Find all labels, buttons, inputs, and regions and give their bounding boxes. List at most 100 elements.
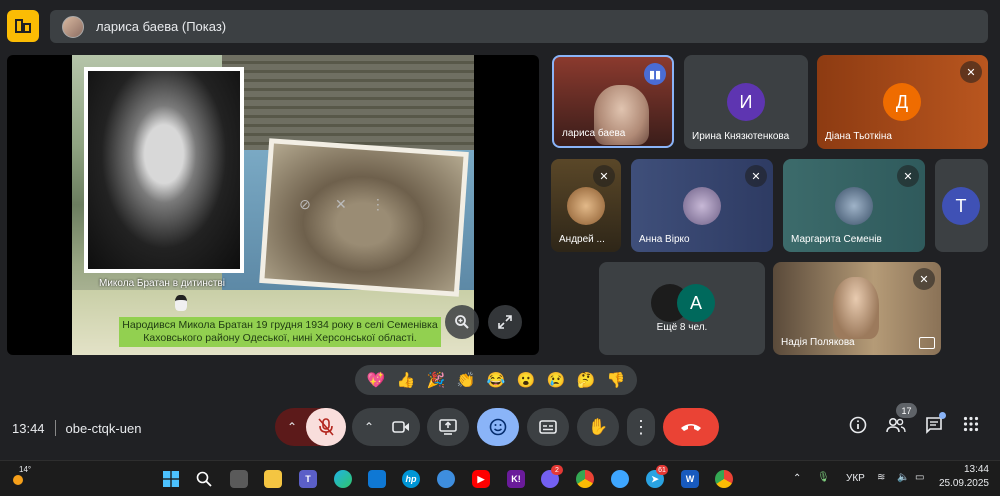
mic-in-use-icon[interactable]: 🎙 bbox=[817, 472, 830, 483]
reaction-party[interactable]: 🎉 bbox=[427, 371, 446, 389]
people-icon bbox=[886, 417, 906, 433]
mic-toggle-button[interactable] bbox=[306, 408, 346, 446]
avatar: И bbox=[727, 83, 765, 121]
people-button[interactable] bbox=[886, 416, 906, 439]
present-screen-button[interactable] bbox=[427, 408, 469, 446]
leave-call-button[interactable] bbox=[663, 408, 719, 446]
emoji-icon bbox=[489, 418, 507, 436]
more-participants-label: Ещё 8 чел. bbox=[656, 322, 708, 333]
participant-tile-nadiia[interactable]: ✕ Надія Полякова bbox=[773, 262, 941, 355]
zoom-in-button[interactable] bbox=[445, 305, 479, 339]
reaction-thumbs-down[interactable]: 👎 bbox=[607, 371, 626, 389]
participant-tile-diana[interactable]: Д ✕ Діана Тьоткіна bbox=[817, 55, 988, 149]
pip-icon[interactable] bbox=[919, 337, 935, 349]
word-icon[interactable]: W bbox=[681, 470, 699, 488]
edge-icon[interactable] bbox=[334, 470, 352, 488]
raise-hand-button[interactable]: ✋ bbox=[577, 408, 619, 446]
more-options-button[interactable]: ⋮ bbox=[627, 408, 655, 446]
participant-tile-iryna[interactable]: И Ирина Князютенкова bbox=[684, 55, 808, 149]
participant-name: Андрей ... bbox=[559, 234, 605, 245]
file-explorer-icon[interactable] bbox=[264, 470, 282, 488]
volume-icon[interactable]: 🔈 bbox=[897, 472, 909, 483]
telegram-badge: 61 bbox=[656, 465, 668, 475]
participant-name: Надія Полякова bbox=[781, 337, 855, 348]
meet-window: лариса баева (Показ) Микола Братан в дит… bbox=[0, 0, 1000, 496]
slide-text-line-2: Каховського району Одеської, нині Херсон… bbox=[143, 332, 417, 344]
participant-video bbox=[833, 277, 879, 339]
language-indicator[interactable]: УКР bbox=[846, 473, 865, 484]
participant-name: Ирина Князютенкова bbox=[692, 131, 790, 142]
weather-temp: 14° bbox=[19, 465, 32, 474]
mic-off-icon: ✕ bbox=[745, 165, 767, 187]
camera-options-chevron-icon[interactable]: ⌃ bbox=[364, 420, 374, 434]
call-end-icon bbox=[681, 424, 701, 431]
start-windows-icon[interactable] bbox=[162, 470, 180, 488]
task-view-icon[interactable] bbox=[230, 470, 248, 488]
participant-tile-andrey[interactable]: ✕ Андрей ... bbox=[551, 159, 621, 252]
mic-options-chevron-icon[interactable]: ⌃ bbox=[287, 420, 297, 434]
meeting-details-button[interactable] bbox=[849, 416, 867, 439]
chrome-icon[interactable] bbox=[576, 470, 594, 488]
reaction-laugh[interactable]: 😂 bbox=[487, 371, 506, 389]
participant-name: Анна Вірко bbox=[639, 234, 690, 245]
tab-icon bbox=[15, 19, 31, 33]
youtube-icon[interactable]: ▶ bbox=[472, 470, 490, 488]
reaction-heart[interactable]: 💖 bbox=[367, 371, 386, 389]
presenter-avatar bbox=[62, 15, 84, 38]
present-icon bbox=[439, 419, 457, 435]
captions-button[interactable] bbox=[527, 408, 569, 446]
kahoot-icon[interactable]: K! bbox=[507, 470, 525, 488]
reaction-clap[interactable]: 👏 bbox=[457, 371, 476, 389]
clock-time[interactable]: 13:44 bbox=[947, 464, 989, 475]
avatar: A bbox=[677, 284, 715, 322]
avatar: Д bbox=[883, 83, 921, 121]
mic-off-icon: ✕ bbox=[593, 165, 615, 187]
more-vert-icon[interactable]: ⋮ bbox=[371, 196, 385, 213]
reaction-thumbs-up[interactable]: 👍 bbox=[397, 371, 416, 389]
unpin-icon[interactable]: ⊘ bbox=[299, 196, 311, 213]
fullscreen-button[interactable] bbox=[488, 305, 522, 339]
slide-text-line-1: Народився Микола Братан 19 грудня 1934 р… bbox=[122, 319, 438, 331]
activities-button[interactable] bbox=[963, 416, 979, 437]
clock-date[interactable]: 25.09.2025 bbox=[931, 478, 989, 489]
app-icon[interactable] bbox=[611, 470, 629, 488]
mic-off-icon bbox=[318, 418, 334, 436]
search-icon[interactable] bbox=[195, 470, 213, 488]
volume-off-icon[interactable]: ✕ bbox=[335, 196, 347, 213]
reactions-button[interactable] bbox=[477, 408, 519, 446]
participant-tile-t[interactable]: Т bbox=[935, 159, 988, 252]
participant-tile-larisa[interactable]: ▮▮ лариса баева bbox=[552, 55, 674, 148]
participant-tile-anna[interactable]: ✕ Анна Вірко bbox=[631, 159, 773, 252]
participant-tile-marharyta[interactable]: ✕ Маргарита Семенів bbox=[783, 159, 925, 252]
slide-text-box: Народився Микола Братан 19 грудня 1934 р… bbox=[119, 317, 441, 347]
presentation-view[interactable]: Микола Братан в дитинстві Народився Мико… bbox=[7, 55, 539, 355]
mic-off-icon: ✕ bbox=[897, 165, 919, 187]
meeting-time: 13:44 bbox=[12, 420, 45, 436]
presenter-title: лариса баева (Показ) bbox=[96, 19, 227, 34]
avatar bbox=[683, 187, 721, 225]
reactions-bar: 💖 👍 🎉 👏 😂 😮 😢 🤔 👎 bbox=[355, 365, 637, 395]
slide: Микола Братан в дитинстві Народився Мико… bbox=[72, 55, 474, 355]
meet-app-logo[interactable] bbox=[7, 10, 39, 42]
slide-roof-image bbox=[222, 55, 474, 150]
chat-button[interactable] bbox=[925, 416, 943, 439]
chrome-icon[interactable] bbox=[715, 470, 733, 488]
camera-toggle-button[interactable] bbox=[382, 408, 420, 446]
reaction-surprised[interactable]: 😮 bbox=[517, 371, 536, 389]
participant-name: лариса баева bbox=[562, 128, 626, 139]
teams-icon[interactable]: T bbox=[299, 470, 317, 488]
reaction-sad[interactable]: 😢 bbox=[547, 371, 566, 389]
chat-notification-dot bbox=[939, 412, 946, 419]
hp-icon[interactable]: hp bbox=[402, 470, 420, 488]
more-participants-tile[interactable]: A Ещё 8 чел. bbox=[599, 262, 765, 355]
tray-chevron-icon[interactable]: ⌃ bbox=[793, 473, 801, 484]
wifi-icon[interactable]: ≋ bbox=[877, 472, 885, 483]
reaction-thinking[interactable]: 🤔 bbox=[577, 371, 596, 389]
store-icon[interactable] bbox=[368, 470, 386, 488]
app-icon[interactable] bbox=[437, 470, 455, 488]
presenter-bar[interactable]: лариса баева (Показ) bbox=[50, 10, 988, 43]
captions-icon bbox=[539, 420, 557, 434]
battery-icon[interactable]: ▭ bbox=[915, 472, 924, 483]
meeting-info: 13:44 obe-ctqk-uen bbox=[12, 420, 141, 436]
avatar: Т bbox=[942, 187, 980, 225]
